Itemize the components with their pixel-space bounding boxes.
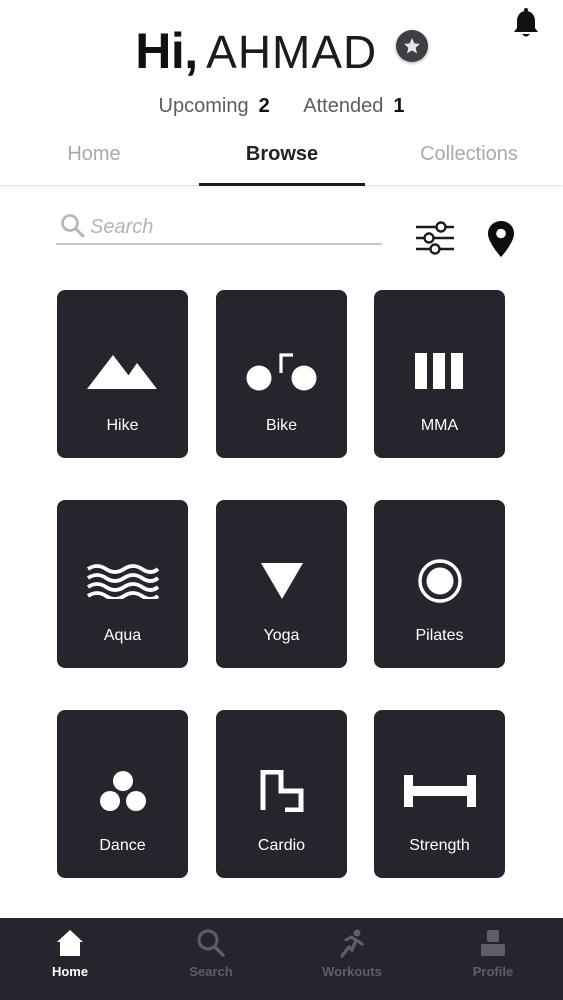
category-label: MMA [420,417,459,434]
attended-count: 1 [393,95,405,117]
category-tile-aqua[interactable]: Aqua [57,500,188,668]
category-label: Yoga [263,627,300,644]
category-label: Pilates [415,627,464,644]
nav-label: Workouts [322,964,382,979]
category-tile-hike[interactable]: Hike [57,290,188,458]
category-label: Dance [99,837,146,854]
star-badge-icon[interactable] [395,30,428,62]
upcoming-count: 2 [258,95,270,117]
search-input[interactable] [90,212,370,242]
dumbbell-icon [374,766,505,816]
nav-label: Profile [472,964,514,979]
greeting-prefix: Hi, [135,23,198,79]
category-tile-mma[interactable]: MMA [374,290,505,458]
nav-item-search[interactable]: Search [141,918,281,1000]
stats-row: Upcoming 2 Attended 1 [0,95,563,118]
runner-icon [337,928,367,958]
attended-label: Attended [303,95,384,117]
category-tile-dance[interactable]: Dance [57,710,188,878]
greeting-header: Hi, AHMAD [0,22,563,80]
tab-bar: Home Browse Collections [0,140,563,186]
tab-home[interactable]: Home [30,140,158,186]
user-name: AHMAD [206,26,378,78]
steps-icon [216,766,347,816]
nav-label: Home [51,964,89,979]
category-tile-strength[interactable]: Strength [374,710,505,878]
person-icon [478,928,508,958]
dots-icon [57,766,188,816]
category-label: Aqua [103,627,142,644]
search-bar [56,210,382,245]
category-tile-cardio[interactable]: Cardio [216,710,347,878]
ring-icon [374,556,505,606]
location-pin-icon[interactable] [486,220,516,258]
mma-icon [374,346,505,396]
nav-item-home[interactable]: Home [0,918,140,1000]
category-label: Bike [265,417,298,434]
triangle-icon [216,556,347,606]
category-tile-bike[interactable]: Bike [216,290,347,458]
category-tile-pilates[interactable]: Pilates [374,500,505,668]
tab-browse[interactable]: Browse [199,140,365,186]
nav-label: Search [189,964,233,979]
search-icon [196,928,226,958]
tab-collections[interactable]: Collections [400,140,538,186]
filter-sliders-icon[interactable] [414,220,456,256]
category-label: Cardio [257,837,306,854]
bottom-nav-bar: Home Search Workouts Profile [0,918,563,1000]
waves-icon [57,556,188,606]
category-tile-yoga[interactable]: Yoga [216,500,347,668]
category-label: Strength [409,837,470,854]
attended-stat[interactable]: Attended 1 [303,95,404,118]
bike-icon [216,346,347,396]
home-icon [55,928,85,958]
upcoming-label: Upcoming [158,95,249,117]
nav-item-profile[interactable]: Profile [423,918,563,1000]
category-label: Hike [106,417,139,434]
search-icon [60,213,86,244]
nav-item-workouts[interactable]: Workouts [282,918,422,1000]
upcoming-stat[interactable]: Upcoming 2 [159,95,270,118]
mountain-icon [57,346,188,396]
